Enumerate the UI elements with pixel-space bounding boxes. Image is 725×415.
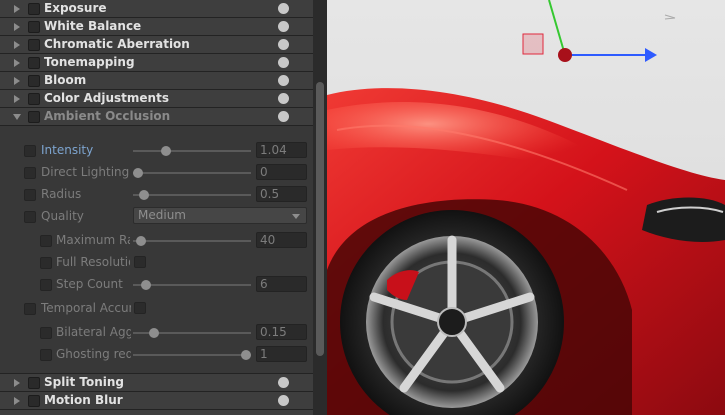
help-icon[interactable] bbox=[278, 377, 289, 388]
slider-knob[interactable] bbox=[161, 146, 172, 156]
enable-checkbox[interactable] bbox=[28, 75, 40, 87]
slider-knob[interactable] bbox=[241, 350, 251, 360]
slider-knob[interactable] bbox=[149, 328, 160, 338]
section-header-tonemapping[interactable]: Tonemapping bbox=[0, 54, 313, 72]
foldout-arrow-icon[interactable] bbox=[14, 397, 20, 405]
slider-knob[interactable] bbox=[136, 236, 147, 246]
chevron-down-icon bbox=[292, 214, 300, 219]
gizmo-plane-handle[interactable] bbox=[522, 33, 544, 55]
ghosting-label: Ghosting reduction bbox=[56, 347, 131, 361]
help-icon[interactable] bbox=[278, 75, 289, 86]
radius-slider[interactable] bbox=[133, 194, 251, 196]
section-header-partial[interactable] bbox=[0, 410, 313, 415]
ghosting-field[interactable]: 1 bbox=[256, 346, 307, 362]
section-title: Tonemapping bbox=[44, 55, 135, 69]
section-title: Bloom bbox=[44, 73, 87, 87]
quality-label: Quality bbox=[41, 209, 84, 223]
help-icon[interactable] bbox=[278, 57, 289, 68]
section-title: Motion Blur bbox=[44, 393, 123, 407]
section-title: White Balance bbox=[44, 19, 142, 33]
section-title: Split Toning bbox=[44, 375, 124, 389]
override-checkbox[interactable] bbox=[24, 145, 36, 157]
temporal-accumulation-label: Temporal Accumulation bbox=[41, 301, 131, 315]
radius-field[interactable]: 0.5 bbox=[256, 186, 307, 202]
intensity-label: Intensity bbox=[41, 143, 94, 157]
enable-checkbox[interactable] bbox=[28, 39, 40, 51]
section-title: Chromatic Aberration bbox=[44, 37, 190, 51]
slider-knob[interactable] bbox=[140, 280, 151, 290]
temporal-accumulation-checkbox[interactable] bbox=[134, 302, 146, 314]
ghosting-slider[interactable] bbox=[133, 354, 251, 356]
enable-checkbox[interactable] bbox=[28, 395, 40, 407]
help-icon[interactable] bbox=[278, 395, 289, 406]
full-resolution-label: Full Resolution bbox=[56, 255, 130, 269]
direct-lighting-field[interactable]: 0 bbox=[256, 164, 307, 180]
full-resolution-checkbox[interactable] bbox=[134, 256, 146, 268]
help-icon[interactable] bbox=[278, 39, 289, 50]
inspector-panel: Exposure White Balance Chromatic Aberrat… bbox=[0, 0, 327, 415]
help-icon[interactable] bbox=[278, 111, 289, 122]
override-checkbox[interactable] bbox=[24, 303, 36, 315]
override-checkbox[interactable] bbox=[40, 279, 52, 291]
override-checkbox[interactable] bbox=[40, 327, 52, 339]
override-checkbox[interactable] bbox=[24, 211, 36, 223]
section-header-exposure[interactable]: Exposure bbox=[0, 0, 313, 18]
intensity-field[interactable]: 1.04 bbox=[256, 142, 307, 158]
foldout-arrow-icon[interactable] bbox=[14, 77, 20, 85]
help-icon[interactable] bbox=[278, 93, 289, 104]
direct-lighting-label: Direct Lighting Strength bbox=[41, 165, 133, 179]
slider-knob[interactable] bbox=[133, 168, 143, 178]
section-title: Color Adjustments bbox=[44, 91, 169, 105]
override-checkbox[interactable] bbox=[40, 257, 52, 269]
enable-checkbox[interactable] bbox=[28, 3, 40, 15]
section-header-bloom[interactable]: Bloom bbox=[0, 72, 313, 90]
intensity-slider[interactable] bbox=[133, 150, 251, 152]
section-header-chromatic-aberration[interactable]: Chromatic Aberration bbox=[0, 36, 313, 54]
foldout-arrow-icon[interactable] bbox=[14, 41, 20, 49]
override-checkbox[interactable] bbox=[40, 349, 52, 361]
quality-value: Medium bbox=[138, 208, 186, 222]
section-header-motion-blur[interactable]: Motion Blur bbox=[0, 392, 313, 410]
step-count-field[interactable]: 6 bbox=[256, 276, 307, 292]
scene-view[interactable] bbox=[327, 0, 725, 415]
section-header-white-balance[interactable]: White Balance bbox=[0, 18, 313, 36]
car-render bbox=[327, 0, 725, 415]
enable-checkbox[interactable] bbox=[28, 93, 40, 105]
foldout-arrow-icon[interactable] bbox=[14, 23, 20, 31]
divider bbox=[0, 125, 313, 126]
section-title: Ambient Occlusion bbox=[44, 109, 171, 123]
maximum-radius-label: Maximum Radius in Pixels bbox=[56, 233, 130, 247]
override-checkbox[interactable] bbox=[24, 189, 36, 201]
help-icon[interactable] bbox=[278, 3, 289, 14]
gizmo-center-icon[interactable] bbox=[558, 48, 572, 62]
help-icon[interactable] bbox=[278, 21, 289, 32]
section-header-ambient-occlusion[interactable]: Ambient Occlusion bbox=[0, 108, 313, 126]
foldout-arrow-icon[interactable] bbox=[13, 114, 21, 120]
maximum-radius-field[interactable]: 40 bbox=[256, 232, 307, 248]
step-count-slider[interactable] bbox=[133, 284, 251, 286]
foldout-arrow-icon[interactable] bbox=[14, 59, 20, 67]
bilateral-field[interactable]: 0.15 bbox=[256, 324, 307, 340]
override-checkbox[interactable] bbox=[40, 235, 52, 247]
enable-checkbox[interactable] bbox=[28, 21, 40, 33]
hub bbox=[437, 307, 467, 337]
enable-checkbox[interactable] bbox=[28, 57, 40, 69]
step-count-label: Step Count bbox=[56, 277, 123, 291]
scrollbar-thumb[interactable] bbox=[316, 82, 324, 356]
foldout-arrow-icon[interactable] bbox=[14, 95, 20, 103]
radius-label: Radius bbox=[41, 187, 82, 201]
maximum-radius-slider[interactable] bbox=[133, 240, 251, 242]
bilateral-label: Bilateral Aggressiveness bbox=[56, 325, 131, 339]
quality-dropdown[interactable]: Medium bbox=[133, 207, 307, 224]
direct-lighting-slider[interactable] bbox=[133, 172, 251, 174]
foldout-arrow-icon[interactable] bbox=[14, 5, 20, 13]
enable-checkbox[interactable] bbox=[28, 377, 40, 389]
section-title: Exposure bbox=[44, 1, 107, 15]
enable-checkbox[interactable] bbox=[28, 111, 40, 123]
slider-knob[interactable] bbox=[139, 190, 150, 200]
foldout-arrow-icon[interactable] bbox=[14, 379, 20, 387]
override-checkbox[interactable] bbox=[24, 167, 36, 179]
section-header-color-adjustments[interactable]: Color Adjustments bbox=[0, 90, 313, 108]
section-header-split-toning[interactable]: Split Toning bbox=[0, 374, 313, 392]
